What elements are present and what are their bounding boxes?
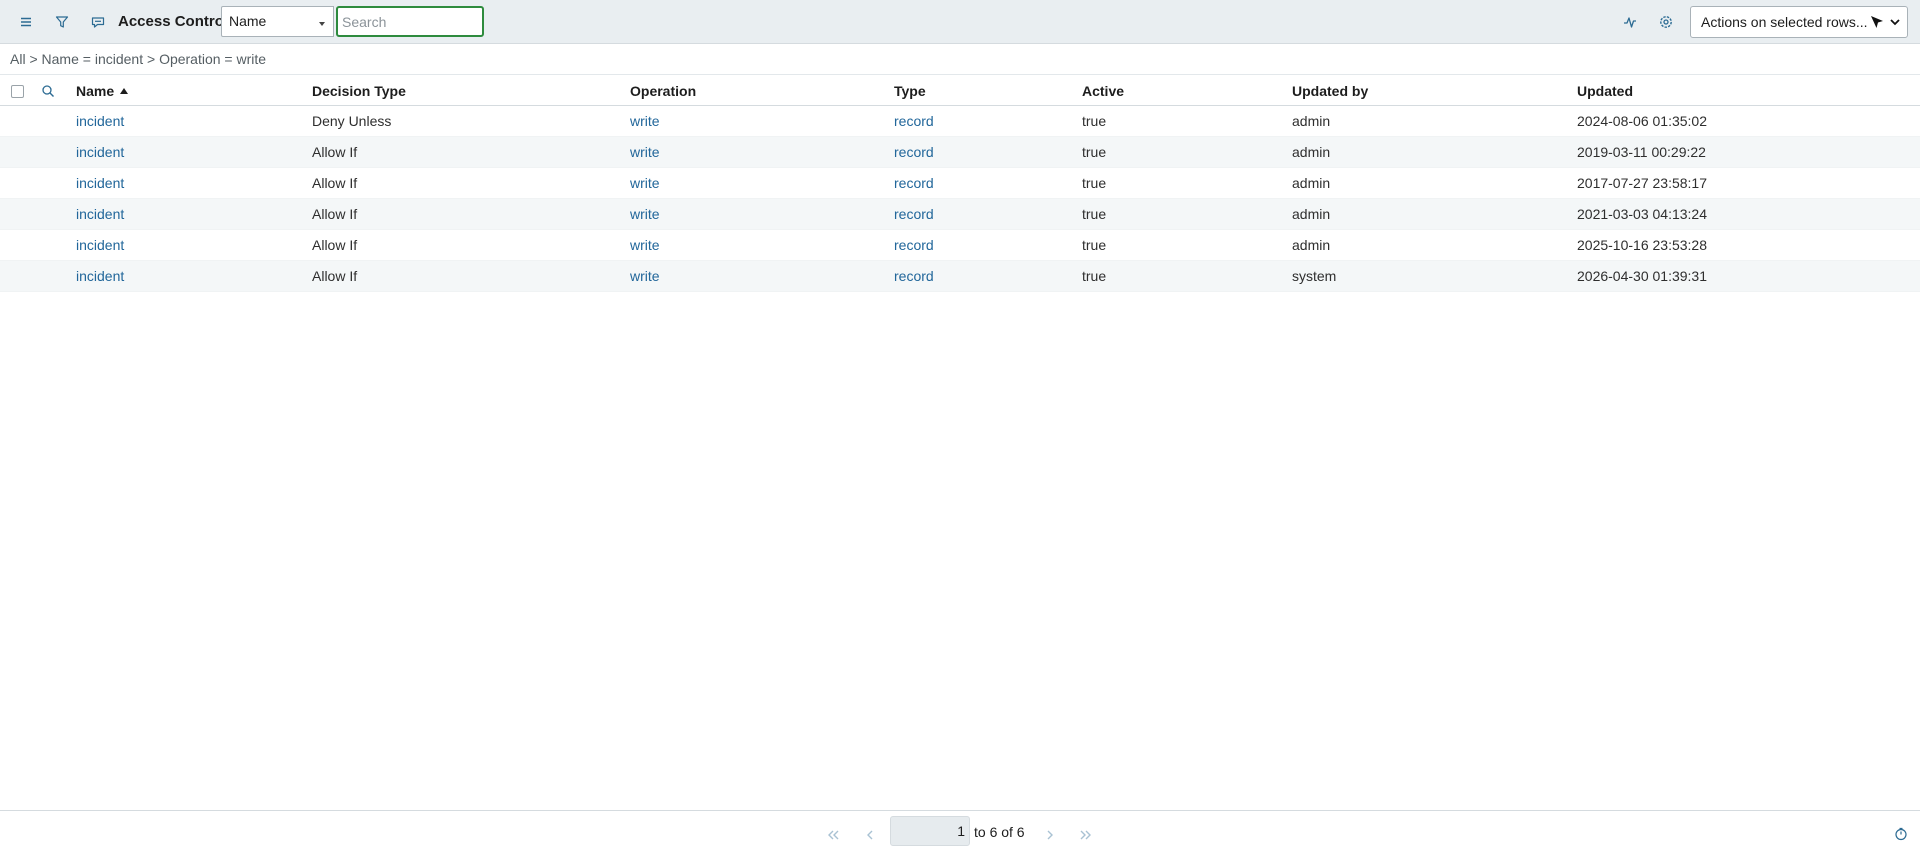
type-link[interactable]: record — [894, 206, 934, 222]
search-input[interactable] — [336, 6, 484, 37]
page-range-text: to 6 of 6 — [974, 824, 1025, 840]
breadcrumb-all[interactable]: All — [10, 51, 26, 67]
type-link[interactable]: record — [894, 113, 934, 129]
search-field-select[interactable]: Name — [221, 6, 334, 37]
name-link[interactable]: incident — [76, 144, 124, 160]
select-all-checkbox[interactable] — [11, 85, 24, 98]
breadcrumb: All > Name = incident > Operation = writ… — [10, 51, 266, 67]
breadcrumb-separator: > — [25, 51, 42, 67]
search-field-select-value: Name — [229, 13, 267, 29]
decision-type-cell: Allow If — [312, 268, 358, 284]
updated-cell: 2024-08-06 01:35:02 — [1577, 113, 1707, 129]
decision-type-cell: Deny Unless — [312, 113, 392, 129]
cursor-icon — [1871, 16, 1883, 28]
breadcrumb-operation-filter[interactable]: Operation = write — [159, 51, 266, 67]
actions-on-selected-rows-select[interactable]: Actions on selected rows... — [1690, 6, 1908, 38]
type-link[interactable]: record — [894, 237, 934, 253]
table-row: incident Allow If write record true admi… — [0, 137, 1920, 168]
type-link[interactable]: record — [894, 175, 934, 191]
updated-by-cell: admin — [1292, 175, 1331, 191]
column-header-updated-by[interactable]: Updated by — [1292, 83, 1368, 99]
hamburger-menu-icon[interactable] — [16, 12, 36, 32]
decision-type-cell: Allow If — [312, 144, 358, 160]
updated-by-cell: system — [1292, 268, 1337, 284]
active-cell: true — [1082, 237, 1107, 253]
column-header-updated[interactable]: Updated — [1577, 83, 1633, 99]
table-header-row: Name Decision Type Operation Type Active… — [0, 74, 1920, 106]
type-link[interactable]: record — [894, 268, 934, 284]
updated-cell: 2019-03-11 00:29:22 — [1577, 144, 1706, 160]
next-page-icon[interactable] — [1042, 828, 1058, 840]
column-header-operation[interactable]: Operation — [630, 83, 696, 99]
updated-cell: 2025-10-16 23:53:28 — [1577, 237, 1707, 253]
name-link[interactable]: incident — [76, 268, 124, 284]
previous-page-icon[interactable] — [862, 828, 878, 840]
column-header-name[interactable]: Name — [76, 83, 129, 99]
column-header-type[interactable]: Type — [894, 83, 926, 99]
updated-by-cell: admin — [1292, 206, 1331, 222]
caret-down-icon — [319, 22, 325, 26]
table-row: incident Allow If write record true admi… — [0, 230, 1920, 261]
name-link[interactable]: incident — [76, 113, 124, 129]
breadcrumb-name-filter[interactable]: Name = incident — [42, 51, 144, 67]
first-page-icon[interactable] — [826, 828, 842, 840]
active-cell: true — [1082, 113, 1107, 129]
access-controls-table: Name Decision Type Operation Type Active… — [0, 74, 1920, 292]
updated-cell: 2026-04-30 01:39:31 — [1577, 268, 1707, 284]
response-time-icon[interactable] — [1894, 827, 1908, 841]
filter-icon[interactable] — [52, 12, 72, 32]
table-row: incident Deny Unless write record true a… — [0, 106, 1920, 137]
table-row: incident Allow If write record true admi… — [0, 168, 1920, 199]
operation-link[interactable]: write — [630, 175, 660, 191]
operation-link[interactable]: write — [630, 113, 660, 129]
name-link[interactable]: incident — [76, 237, 124, 253]
decision-type-cell: Allow If — [312, 206, 358, 222]
chevron-down-icon — [1890, 19, 1900, 26]
updated-by-cell: admin — [1292, 113, 1331, 129]
table-row: incident Allow If write record true admi… — [0, 199, 1920, 230]
column-header-name-label: Name — [76, 83, 115, 99]
updated-cell: 2021-03-03 04:13:24 — [1577, 206, 1707, 222]
updated-cell: 2017-07-27 23:58:17 — [1577, 175, 1707, 191]
operation-link[interactable]: write — [630, 237, 660, 253]
active-cell: true — [1082, 268, 1107, 284]
breadcrumb-separator: > — [143, 51, 160, 67]
last-page-icon[interactable] — [1077, 828, 1093, 840]
operation-link[interactable]: write — [630, 144, 660, 160]
name-link[interactable]: incident — [76, 175, 124, 191]
operation-link[interactable]: write — [630, 268, 660, 284]
pagination-bar: to 6 of 6 — [0, 810, 1920, 855]
actions-select-label: Actions on selected rows... — [1701, 14, 1868, 30]
page-number-input[interactable] — [890, 816, 970, 846]
decision-type-cell: Allow If — [312, 175, 358, 191]
type-link[interactable]: record — [894, 144, 934, 160]
list-title: Access Controls — [118, 13, 237, 30]
table-row: incident Allow If write record true syst… — [0, 261, 1920, 292]
active-cell: true — [1082, 206, 1107, 222]
updated-by-cell: admin — [1292, 237, 1331, 253]
operation-link[interactable]: write — [630, 206, 660, 222]
updated-by-cell: admin — [1292, 144, 1331, 160]
decision-type-cell: Allow If — [312, 237, 358, 253]
name-link[interactable]: incident — [76, 206, 124, 222]
column-header-decision-type[interactable]: Decision Type — [312, 83, 406, 99]
sort-ascending-icon — [120, 88, 129, 94]
comment-icon[interactable] — [88, 12, 108, 32]
column-search-icon[interactable] — [40, 83, 56, 99]
list-toolbar: Access Controls Name Actions on selected… — [0, 0, 1920, 44]
active-cell: true — [1082, 144, 1107, 160]
active-cell: true — [1082, 175, 1107, 191]
column-header-active[interactable]: Active — [1082, 83, 1124, 99]
gear-icon[interactable] — [1656, 12, 1676, 32]
sparkline-icon[interactable] — [1620, 12, 1640, 32]
